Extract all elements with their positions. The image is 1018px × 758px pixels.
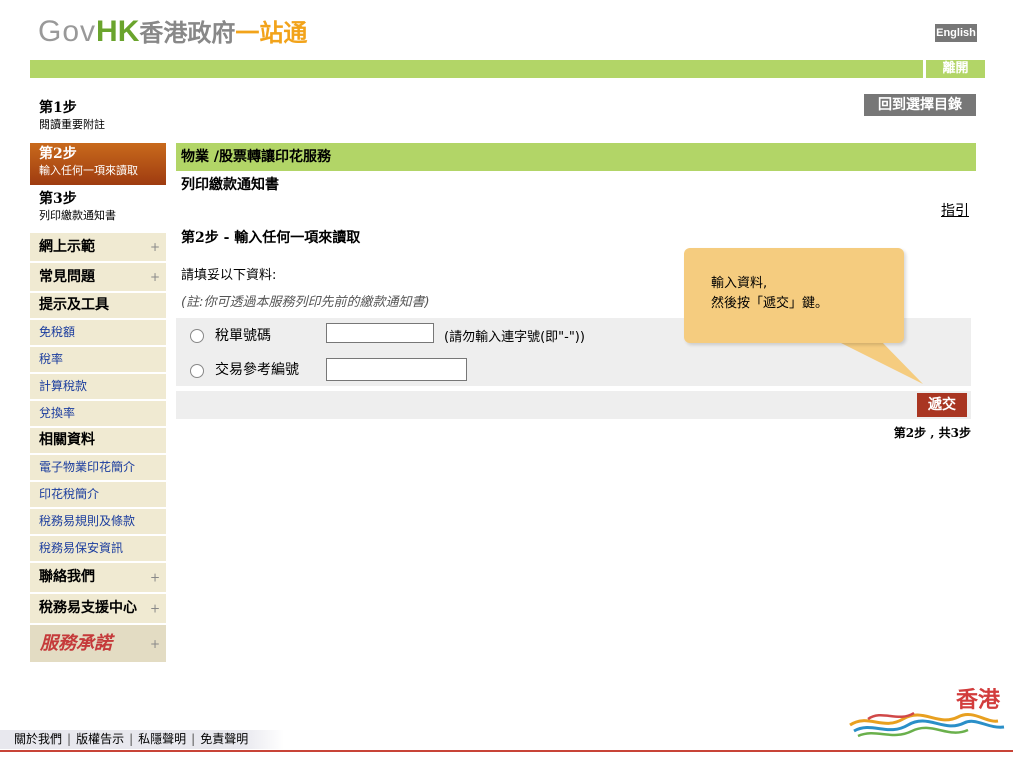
nav-contact-us-label: 聯絡我們 [39,569,95,585]
nav-item-e-stamping[interactable]: 電子物業印花簡介 [30,455,166,481]
transaction-ref-label: 交易參考編號 [215,362,299,378]
nav-item-tax-calculator[interactable]: 計算稅款 [30,374,166,400]
nav-item-tax-rates[interactable]: 稅率 [30,347,166,373]
tooltip-line-2: 然後按「遞交」鍵。 [711,296,829,311]
guide-link[interactable]: 指引 [941,200,969,220]
nav-item-stamp-duty[interactable]: 印花稅簡介 [30,482,166,508]
expand-plus-icon: + [149,636,160,651]
nav-related-label: 相關資料 [39,432,95,448]
tooltip-line-1: 輸入資料, [711,276,768,291]
footer-copyright-link[interactable]: 版權告示 [76,732,124,746]
footer-disclaimer-link[interactable]: 免責聲明 [200,732,248,746]
step-3-title: 第3步 [39,191,77,207]
exit-button[interactable]: 離開 [926,60,985,78]
nav-item-stamp-duty-label: 印花稅簡介 [39,487,100,501]
step-2-current: 第2步 輸入任何一項來讀取 [30,143,166,185]
expand-plus-icon: + [149,270,160,284]
help-tooltip: 輸入資料, 然後按「遞交」鍵。 [684,248,904,343]
nav-faq-label: 常見問題 [39,269,95,285]
submit-button[interactable]: 遞交 [917,393,967,417]
step-1-desc: 閱讀重要附註 [39,118,105,131]
logo-hk-text: HK [96,15,140,48]
progress-indicator: 第2步 , 共3步 [893,426,971,440]
submit-bar: 遞交 [176,391,971,419]
nav-faq[interactable]: 常見問題 + [30,263,166,292]
logo-cn-highlight-text: 一站通 [235,19,308,47]
nav-support-centre-label: 稅務易支援中心 [39,600,137,616]
expand-plus-icon: + [149,601,160,615]
note-text: (註:你可透過本服務列印先前的繳款通知書) [181,295,430,310]
service-title-bar: 物業 /股票轉讓印花服務 [176,143,976,171]
footer-separator: | [67,732,72,746]
nav-support-centre[interactable]: 稅務易支援中心 + [30,594,166,624]
nav-item-exchange-rates-label: 兌換率 [39,406,76,420]
nav-online-demo[interactable]: 網上示範 + [30,233,166,262]
nav-item-etax-terms[interactable]: 稅務易規則及條款 [30,509,166,535]
english-button[interactable]: English [935,24,977,42]
hyphen-hint: (請勿輸入連字號(即"-")) [444,330,585,345]
nav-item-tax-rates-label: 稅率 [39,352,64,366]
brand-text: 香港 [956,688,1001,713]
footer-links: 關於我們 | 版權告示 | 私隱聲明 | 免責聲明 [0,730,285,749]
nav-service-pledge[interactable]: 服務承諾 + [30,625,166,662]
nav-related-heading: 相關資料 [30,428,166,454]
top-green-bar [30,60,923,78]
footer-separator: | [191,732,196,746]
page-subtitle: 列印繳款通知書 [181,177,279,193]
step-3-desc: 列印繳款通知書 [39,209,116,222]
nav-tips-tools-heading: 提示及工具 [30,293,166,319]
service-pledge-label: 服務承諾 [40,633,112,654]
step-heading: 第2步 - 輸入任何一項來讀取 [181,230,361,246]
brand-hong-kong-logo: 香港 [849,688,1005,738]
step-2-desc: 輸入任何一項來讀取 [39,164,138,177]
footer-separator: | [129,732,134,746]
nav-item-etax-security[interactable]: 稅務易保安資訊 [30,536,166,562]
nav-item-etax-terms-label: 稅務易規則及條款 [39,514,136,528]
step-1: 第1步 閱讀重要附註 [30,97,166,139]
logo-cn-text: 香港政府 [139,19,236,47]
nav-item-exchange-rates[interactable]: 兌換率 [30,401,166,427]
transaction-ref-radio[interactable] [190,364,204,378]
transaction-ref-input[interactable] [326,358,467,381]
footer-privacy-link[interactable]: 私隱聲明 [138,732,186,746]
step-2-title: 第2步 [39,146,77,162]
nav-item-tax-calculator-label: 計算稅款 [39,379,88,393]
nav-tips-tools-label: 提示及工具 [39,297,109,313]
nav-item-allowances-label: 免稅額 [39,325,76,339]
logo-gov-text: Gov [38,15,97,48]
govhk-logo: GovHK香港政府一站通 [38,14,307,51]
tooltip-pointer [835,340,923,384]
back-to-menu-button[interactable]: 回到選擇目錄 [864,94,976,116]
expand-plus-icon: + [149,240,160,254]
assessment-number-label: 稅單號碼 [215,328,271,344]
assessment-number-radio[interactable] [190,329,204,343]
instruction-text: 請填妥以下資料: [181,268,277,283]
assessment-number-input[interactable] [326,323,434,343]
nav-item-etax-security-label: 稅務易保安資訊 [39,541,124,555]
expand-plus-icon: + [149,570,160,584]
nav-online-demo-label: 網上示範 [39,239,95,255]
step-1-title: 第1步 [39,100,77,116]
nav-item-e-stamping-label: 電子物業印花簡介 [39,460,136,474]
footer-red-line [0,750,1013,752]
footer-about-link[interactable]: 關於我們 [14,732,62,746]
nav-contact-us[interactable]: 聯絡我們 + [30,563,166,593]
step-3: 第3步 列印繳款通知書 [30,188,166,230]
nav-item-allowances[interactable]: 免稅額 [30,320,166,346]
